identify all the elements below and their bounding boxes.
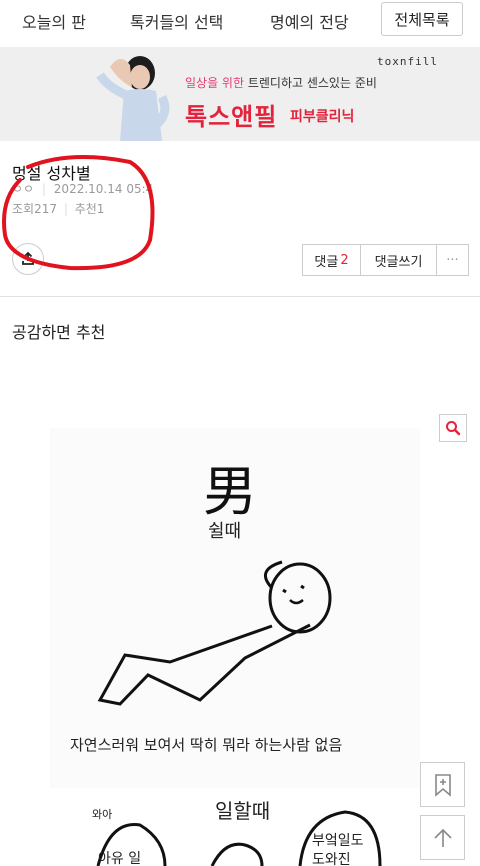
rest-caption: 자연스러워 보여서 딱히 뭐라 하는사람 없음 — [70, 736, 342, 754]
banner-subtitle: 피부클리닉 — [290, 109, 355, 125]
arrow-up-icon — [433, 828, 452, 847]
comment-count: 2 — [340, 252, 349, 268]
tab-today[interactable]: 오늘의 판 — [22, 9, 86, 33]
recommend-count: 추천1 — [74, 202, 105, 216]
bookmark-add-icon — [434, 773, 451, 797]
post-body-intro: 공감하면 추천 — [12, 323, 106, 342]
kitchen-label-1: 부엌일도 — [312, 833, 364, 849]
section-divider — [0, 296, 480, 297]
banner-title: 톡스앤필 — [185, 103, 278, 131]
author-name: ㅇㅇ — [12, 182, 35, 196]
more-options-button[interactable]: ··· — [436, 244, 469, 276]
post-stats: 조회217 | 추천1 — [12, 202, 105, 216]
bookmark-button[interactable] — [420, 762, 465, 807]
zoom-image-button[interactable] — [439, 414, 467, 442]
kitchen-label-2: 도와진 — [312, 852, 351, 866]
share-button[interactable] — [12, 243, 44, 275]
work-label: 일할때 — [215, 799, 270, 823]
banner-tagline: 일상을 위한 트렌디하고 센스있는 준비 — [185, 76, 377, 90]
post-date: 2022.10.14 05:4 — [53, 182, 154, 196]
wow-label: 와아 — [92, 808, 112, 821]
write-comment-button[interactable]: 댓글쓰기 — [360, 244, 437, 276]
view-count: 조회217 — [12, 202, 57, 216]
char-male: 男 — [203, 460, 257, 523]
share-icon — [22, 251, 34, 265]
all-list-button[interactable]: 전체목록 — [381, 2, 463, 36]
ad-banner[interactable]: toxnfill 일상을 위한 트렌디하고 센스있는 준비 톡스앤필 피부클리닉 — [0, 47, 480, 141]
scroll-top-button[interactable] — [420, 815, 465, 860]
post-image: 男 쉴때 자연스러워 보여서 딱히 뭐라 하는사람 없음 와아 일할때 아유 일… — [0, 400, 480, 866]
rest-label: 쉴때 — [208, 521, 241, 542]
search-icon — [446, 421, 461, 436]
aigo-label: 아유 일 — [98, 851, 141, 866]
top-nav: 오늘의 판 톡커들의 선택 명예의 전당 전체목록 — [0, 0, 480, 40]
post-meta: ㅇㅇ | 2022.10.14 05:4 — [12, 182, 154, 196]
comment-button[interactable]: 댓글 2 — [302, 244, 361, 276]
tab-hall-of-fame[interactable]: 명예의 전당 — [270, 9, 349, 33]
tab-talkers-choice[interactable]: 톡커들의 선택 — [130, 9, 223, 33]
brand-logo: toxnfill — [377, 55, 438, 68]
